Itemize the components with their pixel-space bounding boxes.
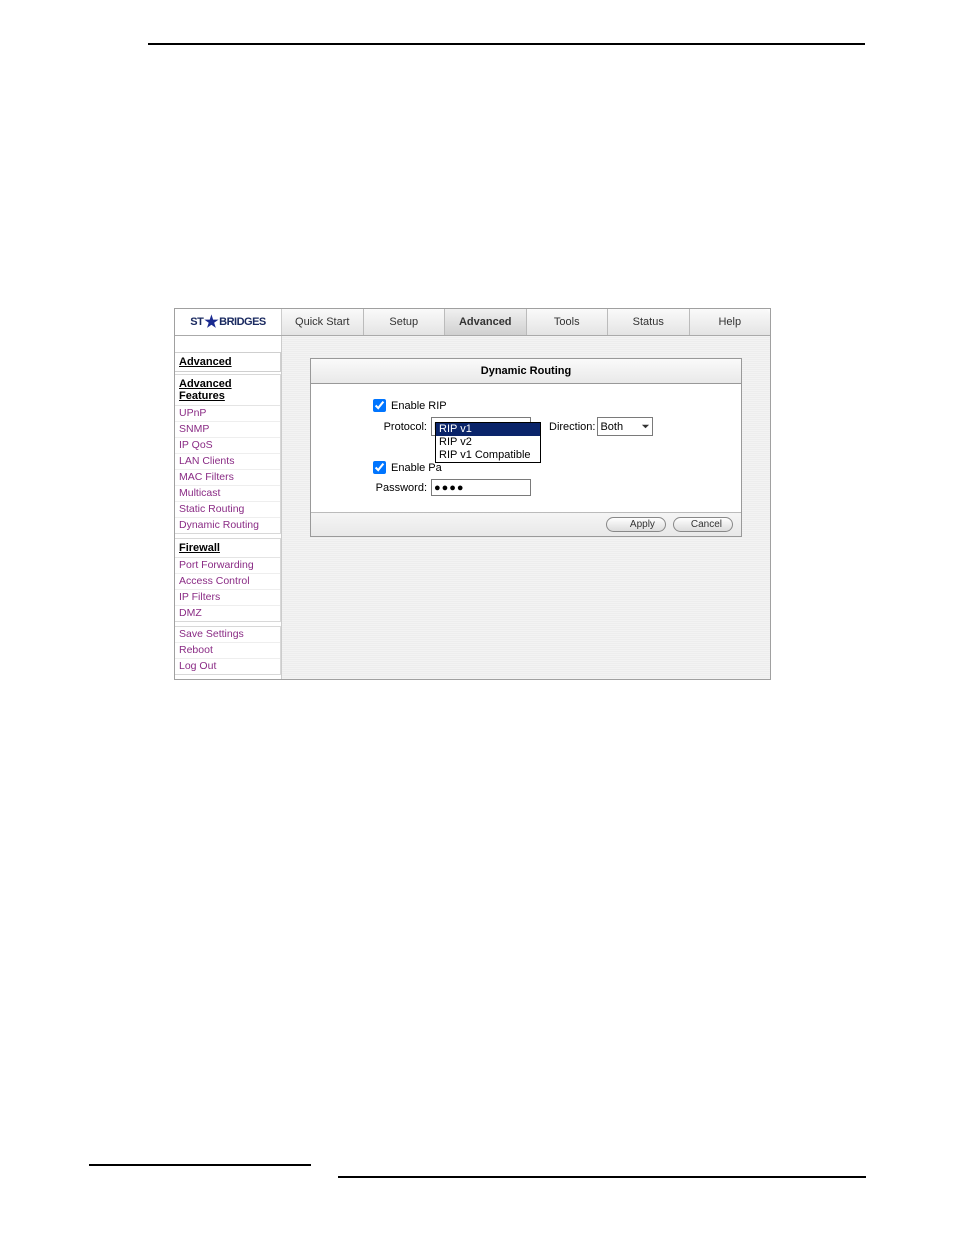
- tab-status[interactable]: Status: [608, 309, 690, 335]
- link-dmz[interactable]: DMZ: [175, 606, 280, 621]
- top-bar: ST ★ BRIDGES Quick Start Setup Advanced …: [175, 309, 770, 336]
- protocol-option-ripv2[interactable]: RIP v2: [436, 436, 540, 449]
- link-upnp[interactable]: UPnP: [175, 406, 280, 422]
- link-static-routing[interactable]: Static Routing: [175, 502, 280, 518]
- password-input[interactable]: [431, 479, 531, 496]
- link-save-settings[interactable]: Save Settings: [175, 627, 280, 643]
- tab-tools[interactable]: Tools: [527, 309, 609, 335]
- enable-rip-label: Enable RIP: [391, 400, 447, 412]
- link-lan-clients[interactable]: LAN Clients: [175, 454, 280, 470]
- content-area: Dynamic Routing Enable RIP Protocol: RIP…: [282, 336, 770, 679]
- tab-quick-start[interactable]: Quick Start: [282, 309, 364, 335]
- row-protocol: Protocol: RIP v2 Direction: Both: [369, 417, 731, 436]
- protocol-dropdown-list[interactable]: RIP v1 RIP v2 RIP v1 Compatible: [435, 422, 541, 463]
- link-ip-qos[interactable]: IP QoS: [175, 438, 280, 454]
- direction-select[interactable]: Both: [597, 417, 653, 436]
- star-icon: ★: [204, 312, 218, 332]
- link-mac-filters[interactable]: MAC Filters: [175, 470, 280, 486]
- sidebar-head-advanced: Advanced: [175, 352, 281, 372]
- tab-advanced[interactable]: Advanced: [445, 309, 527, 335]
- link-dynamic-routing[interactable]: Dynamic Routing: [175, 518, 280, 533]
- row-password: Password:: [369, 479, 731, 496]
- sidebar-group-features: Advanced Features UPnP SNMP IP QoS LAN C…: [175, 374, 281, 534]
- page-rule-top-right: [383, 43, 865, 45]
- link-snmp[interactable]: SNMP: [175, 422, 280, 438]
- panel-title: Dynamic Routing: [311, 359, 741, 384]
- logo-left: ST: [190, 316, 203, 328]
- features-head-1: Advanced: [175, 375, 280, 390]
- main-tabs: Quick Start Setup Advanced Tools Status …: [282, 309, 770, 335]
- direction-select-value: Both: [600, 421, 623, 433]
- link-multicast[interactable]: Multicast: [175, 486, 280, 502]
- row-enable-password: Enable Pa: [369, 458, 731, 477]
- direction-label: Direction:: [549, 421, 595, 433]
- body-area: Advanced Advanced Features UPnP SNMP IP …: [175, 336, 770, 679]
- page-rule-bottom-right: [338, 1176, 866, 1178]
- enable-rip-checkbox[interactable]: [373, 399, 386, 412]
- apply-button[interactable]: Apply: [606, 517, 666, 532]
- cancel-button[interactable]: Cancel: [673, 517, 733, 532]
- action-bar: Apply Cancel: [311, 512, 741, 536]
- sidebar-group-system: Save Settings Reboot Log Out: [175, 626, 281, 675]
- link-port-forwarding[interactable]: Port Forwarding: [175, 558, 280, 574]
- router-admin-window: ST ★ BRIDGES Quick Start Setup Advanced …: [174, 308, 771, 680]
- dynamic-routing-panel: Dynamic Routing Enable RIP Protocol: RIP…: [310, 358, 742, 537]
- firewall-head: Firewall: [175, 539, 280, 558]
- link-reboot[interactable]: Reboot: [175, 643, 280, 659]
- tab-setup[interactable]: Setup: [364, 309, 446, 335]
- enable-password-checkbox[interactable]: [373, 461, 386, 474]
- link-log-out[interactable]: Log Out: [175, 659, 280, 674]
- chevron-down-icon: [641, 422, 650, 431]
- panel-body: Enable RIP Protocol: RIP v2 Direction: B…: [311, 384, 741, 512]
- enable-password-label: Enable Pa: [391, 462, 442, 474]
- features-head-2: Features: [175, 390, 280, 406]
- sidebar-group-firewall: Firewall Port Forwarding Access Control …: [175, 538, 281, 622]
- password-label: Password:: [369, 482, 427, 494]
- brand-logo: ST ★ BRIDGES: [175, 309, 282, 335]
- row-enable-rip: Enable RIP: [369, 396, 731, 415]
- protocol-label: Protocol:: [369, 421, 427, 433]
- link-ip-filters[interactable]: IP Filters: [175, 590, 280, 606]
- tab-help[interactable]: Help: [690, 309, 771, 335]
- protocol-option-ripv1[interactable]: RIP v1: [436, 423, 540, 436]
- protocol-option-ripv1-compat[interactable]: RIP v1 Compatible: [436, 449, 540, 462]
- sidebar: Advanced Advanced Features UPnP SNMP IP …: [175, 336, 282, 679]
- logo-right: BRIDGES: [219, 316, 266, 328]
- page-rule-bottom-left: [89, 1164, 311, 1166]
- link-access-control[interactable]: Access Control: [175, 574, 280, 590]
